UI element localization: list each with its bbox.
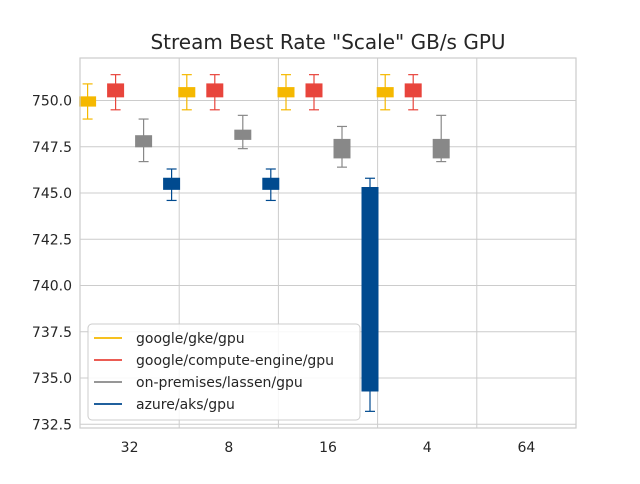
box-body [376,87,394,98]
box [163,168,181,202]
chart-title: Stream Best Rate "Scale" GB/s GPU [150,30,505,54]
box [432,114,450,163]
box-body [277,87,295,98]
legend: google/gke/gpu google/compute-engine/gpu o… [87,323,361,421]
box [361,177,379,412]
box [107,74,125,111]
box-body [361,187,379,392]
box [79,83,97,120]
box [206,74,224,111]
legend-label: azure/aks/gpu [136,397,235,413]
y-tick-label: 745.0 [32,186,72,202]
box-body [305,83,323,98]
box-body [234,129,252,140]
box-body [404,83,422,98]
box-body [206,83,224,98]
box-body [79,96,97,107]
box-body [178,87,196,98]
y-tick-label: 732.5 [32,417,72,433]
y-axis-ticks: 732.5 735.0 737.5 740.0 742.5 745.0 747.5 750.0 [32,94,72,434]
y-tick-label: 750.0 [32,94,72,110]
y-tick-label: 747.5 [32,140,72,156]
box [178,74,196,111]
box-plot-chart: Stream Best Rate "Scale" GB/s GPU 732.57… [32,30,577,456]
x-tick-label: 64 [517,440,535,456]
x-tick-label: 16 [319,440,337,456]
y-tick-label: 737.5 [32,325,72,341]
box [305,74,323,111]
y-tick-label: 740.0 [32,279,72,295]
box [376,74,394,111]
y-tick-label: 735.0 [32,371,72,387]
x-tick-label: 32 [121,440,139,456]
y-tick-label: 742.5 [32,232,72,248]
box [333,125,351,168]
x-axis-ticks: 32 8 16 4 64 [121,440,536,456]
legend-label: google/compute-engine/gpu [136,353,334,369]
chart-container: Stream Best Rate "Scale" GB/s GPU 732.5 7… [0,0,640,480]
box [135,118,153,163]
x-tick-label: 8 [224,440,233,456]
box [262,168,280,202]
x-tick-label: 4 [423,440,432,456]
legend-label: google/gke/gpu [136,331,245,347]
box [277,74,295,111]
box-body [107,83,125,98]
legend-label: on-premises/lassen/gpu [136,375,303,391]
box [234,114,252,150]
box [404,74,422,111]
